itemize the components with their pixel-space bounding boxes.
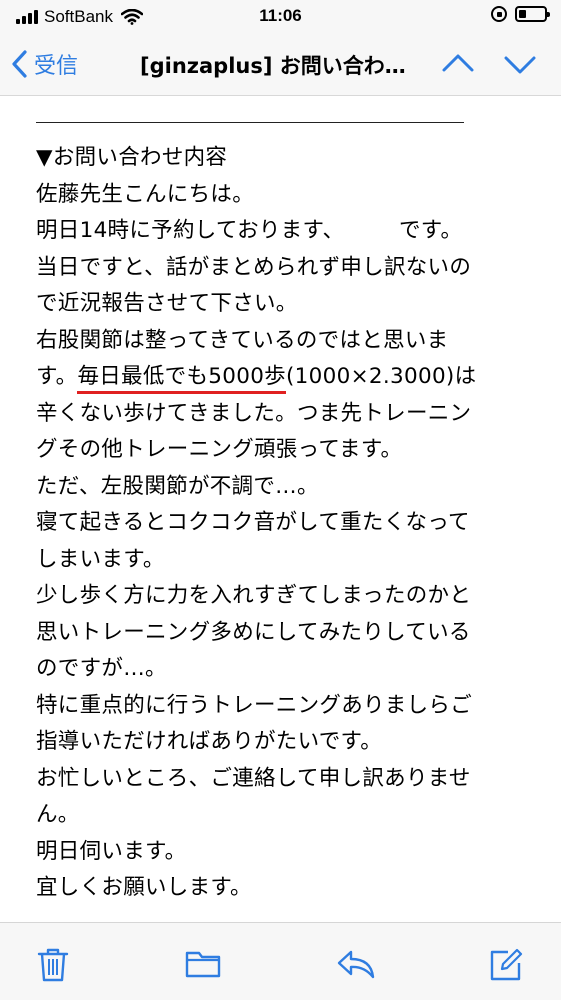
- status-right: [491, 6, 550, 22]
- battery-level: [519, 10, 526, 18]
- message-line: 思いトレーニング多めにしてみたりしている: [36, 619, 471, 645]
- compose-button[interactable]: [488, 947, 524, 987]
- bottom-toolbar: [0, 922, 561, 1000]
- message-line: しまいます。: [36, 546, 165, 572]
- back-button[interactable]: 受信: [10, 48, 78, 80]
- email-subject-title: [ginzaplus] お問い合わ…: [140, 54, 406, 78]
- message-line: 少し歩く方に力を入れすぎてしまったのかと: [36, 583, 472, 608]
- message-line: 寝て起きるとコクコク音がして重たくなって: [36, 510, 470, 535]
- reply-button[interactable]: [336, 947, 376, 985]
- battery-icon: [515, 6, 550, 22]
- compose-icon: [490, 948, 523, 981]
- nav-bar: 受信 [ginzaplus] お問い合わ…: [0, 34, 561, 96]
- message-line: 当日ですと、話がまとめられず申し訳ないの: [36, 254, 472, 280]
- message-line-highlighted: す。毎日最低でも5000歩(1000×2.3000)は: [36, 359, 526, 396]
- message-line: 明日伺います。: [36, 838, 187, 864]
- status-bar: SoftBank 11:06: [0, 0, 561, 34]
- back-label: 受信: [34, 54, 79, 79]
- message-line: ん。: [36, 802, 80, 827]
- message-line: グその他トレーニング頑張ってます。: [36, 437, 403, 462]
- message-line: 宜しくお願いします。: [36, 875, 252, 900]
- reply-icon: [337, 950, 375, 979]
- folder-icon: [185, 951, 221, 978]
- message-line: ただ、左股関節が不調で…。: [36, 473, 319, 499]
- message-line: お忙しいところ、ご連絡して申し訳ありませ: [36, 765, 471, 791]
- message-text: ▼お問い合わせ内容 佐藤先生こんにちは。 明日14時に予約しております、 です。…: [36, 140, 526, 907]
- message-text-span: す。: [36, 364, 78, 389]
- message-line: 指導いただければありがたいです。: [36, 729, 383, 754]
- message-body: ▼お問い合わせ内容 佐藤先生こんにちは。 明日14時に予約しております、 です。…: [0, 96, 561, 922]
- chevron-left-icon: [12, 50, 27, 78]
- move-to-folder-button[interactable]: [184, 947, 222, 985]
- next-message-button[interactable]: [502, 46, 538, 86]
- delete-button[interactable]: [36, 947, 70, 987]
- separator-line: [36, 122, 464, 123]
- message-line: 辛くない歩けてきました。つま先トレーニン: [36, 400, 472, 426]
- underlined-text: 毎日最低でも5000歩: [77, 364, 286, 394]
- rotation-lock-icon: [491, 6, 507, 22]
- message-line: 右股関節は整ってきているのではと思いま: [36, 327, 449, 353]
- trash-icon: [37, 948, 69, 982]
- message-line: 特に重点的に行うトレーニングありましらご: [36, 692, 473, 718]
- chevron-up-icon: [442, 54, 474, 72]
- message-line: 佐藤先生こんにちは。: [36, 181, 255, 207]
- message-line: 明日14時に予約しております、 です。: [36, 218, 463, 243]
- message-line: のですが…。: [36, 656, 167, 681]
- message-line: ▼お問い合わせ内容: [36, 145, 228, 170]
- message-line: で近況報告させて下さい。: [36, 291, 298, 316]
- status-time: 11:06: [259, 6, 302, 25]
- previous-message-button[interactable]: [440, 46, 476, 86]
- message-text-span: (1000×2.3000)は: [285, 364, 477, 389]
- chevron-down-icon: [504, 56, 536, 74]
